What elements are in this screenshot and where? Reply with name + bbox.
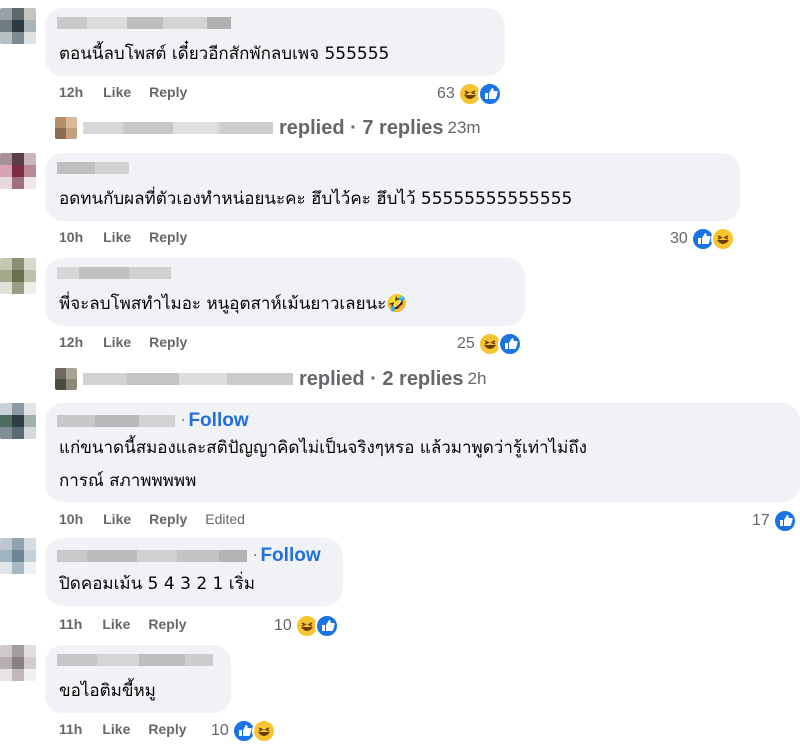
- like-icon: [477, 82, 502, 106]
- comment-bubble: ตอนนี้ลบโพสต์ เดี๋ยวอีกสักพักลบเพจ 55555…: [45, 8, 505, 76]
- reply-thread-link[interactable]: replied · 7 replies 23m: [55, 115, 481, 141]
- reaction-count: 30: [670, 230, 688, 247]
- reply-link[interactable]: Reply: [148, 616, 186, 632]
- reaction-summary[interactable]: 63: [437, 82, 502, 106]
- haha-icon: [251, 719, 276, 743]
- comment-text: พี่จะลบโพสทำไมอะ หนูอุตสาห์เม้นยาวเลยนะ🤣: [59, 294, 408, 314]
- reply-time: 2h: [467, 369, 487, 388]
- reaction-count: 10: [274, 617, 292, 634]
- comment-bubble: · Follow ปิดคอมเม้น 5 4 3 2 1 เริ่ม: [45, 538, 343, 606]
- comment-bubble: อดทนกับผลที่ตัวเองทำหน่อยนะคะ ฮึบไว้คะ ฮ…: [45, 153, 740, 221]
- edited-label: Edited: [205, 511, 245, 527]
- follow-button[interactable]: Follow: [188, 410, 248, 432]
- comment-text: ตอนนี้ลบโพสต์ เดี๋ยวอีกสักพักลบเพจ 55555…: [59, 44, 390, 64]
- like-link[interactable]: Like: [103, 511, 131, 527]
- avatar[interactable]: [0, 403, 36, 439]
- replies-count[interactable]: replied · 7 replies: [279, 117, 444, 140]
- replier-name-blurred: [83, 122, 273, 134]
- comment-time[interactable]: 10h: [59, 229, 83, 245]
- commenter-name-blurred[interactable]: [57, 415, 175, 427]
- comment-actions: 11h Like Reply: [59, 721, 205, 737]
- comment-text: อดทนกับผลที่ตัวเองทำหน่อยนะคะ ฮึบไว้คะ ฮ…: [59, 189, 573, 209]
- reaction-summary[interactable]: 25: [457, 332, 522, 356]
- replier-name-blurred: [83, 373, 293, 385]
- like-icon: [772, 509, 797, 533]
- reply-link[interactable]: Reply: [149, 84, 187, 100]
- avatar[interactable]: [0, 645, 36, 681]
- like-link[interactable]: Like: [103, 334, 131, 350]
- reply-avatar: [55, 117, 77, 139]
- reaction-count: 25: [457, 335, 475, 352]
- comment-time[interactable]: 12h: [59, 84, 83, 100]
- avatar[interactable]: [0, 8, 36, 44]
- comment-bubble: ขอไอติมขี้หมู: [45, 645, 231, 713]
- follow-button[interactable]: Follow: [260, 545, 320, 567]
- comment-text-line-2: การณ์ สภาพพพพพ: [59, 471, 197, 491]
- reply-link[interactable]: Reply: [149, 229, 187, 245]
- like-link[interactable]: Like: [103, 84, 131, 100]
- reply-link[interactable]: Reply: [149, 511, 187, 527]
- comment-time[interactable]: 11h: [59, 721, 82, 737]
- comment-time[interactable]: 10h: [59, 511, 83, 527]
- comment-bubble: พี่จะลบโพสทำไมอะ หนูอุตสาห์เม้นยาวเลยนะ🤣: [45, 258, 525, 326]
- comment-bubble: · Follow แก่ขนาดนี้สมองและสติปัญญาคิดไม่…: [45, 403, 800, 502]
- reaction-summary[interactable]: 30: [670, 227, 735, 251]
- reaction-summary[interactable]: 10: [274, 614, 339, 638]
- commenter-name-blurred[interactable]: [57, 550, 247, 562]
- comment-text: ขอไอติมขี้หมู: [59, 681, 156, 701]
- comment-time[interactable]: 12h: [59, 334, 83, 350]
- commenter-name-blurred[interactable]: [57, 654, 213, 666]
- comment-actions: 10h Like Reply Edited: [59, 511, 263, 527]
- reply-link[interactable]: Reply: [148, 721, 186, 737]
- haha-icon: [710, 227, 735, 251]
- reaction-count: 17: [752, 512, 770, 529]
- separator-dot: ·: [181, 413, 186, 429]
- reaction-count: 10: [211, 722, 229, 739]
- comment-actions: 11h Like Reply: [59, 616, 205, 632]
- reply-link[interactable]: Reply: [149, 334, 187, 350]
- comment-actions: 10h Like Reply: [59, 229, 205, 245]
- reply-avatar: [55, 368, 77, 390]
- like-icon: [314, 614, 339, 638]
- comment-text-line-1: แก่ขนาดนี้สมองและสติปัญญาคิดไม่เป็นจริงๆ…: [59, 438, 587, 458]
- like-link[interactable]: Like: [102, 616, 130, 632]
- separator-dot: ·: [253, 548, 258, 564]
- like-link[interactable]: Like: [102, 721, 130, 737]
- comment-actions: 12h Like Reply: [59, 84, 205, 100]
- commenter-name-blurred[interactable]: [57, 17, 231, 29]
- comment-text: ปิดคอมเม้น 5 4 3 2 1 เริ่ม: [59, 574, 255, 594]
- avatar[interactable]: [0, 153, 36, 189]
- avatar[interactable]: [0, 258, 36, 294]
- reaction-count: 63: [437, 85, 455, 102]
- reaction-summary[interactable]: 10: [211, 719, 276, 743]
- commenter-name-blurred[interactable]: [57, 267, 171, 279]
- like-icon: [497, 332, 522, 356]
- reply-time: 23m: [447, 118, 481, 137]
- commenter-name-blurred[interactable]: [57, 162, 129, 174]
- replies-count[interactable]: replied · 2 replies: [299, 368, 464, 391]
- avatar[interactable]: [0, 538, 36, 574]
- like-link[interactable]: Like: [103, 229, 131, 245]
- reaction-summary[interactable]: 17: [752, 509, 797, 533]
- reply-thread-link[interactable]: replied · 2 replies 2h: [55, 366, 486, 392]
- comment-actions: 12h Like Reply: [59, 334, 205, 350]
- comment-time[interactable]: 11h: [59, 616, 82, 632]
